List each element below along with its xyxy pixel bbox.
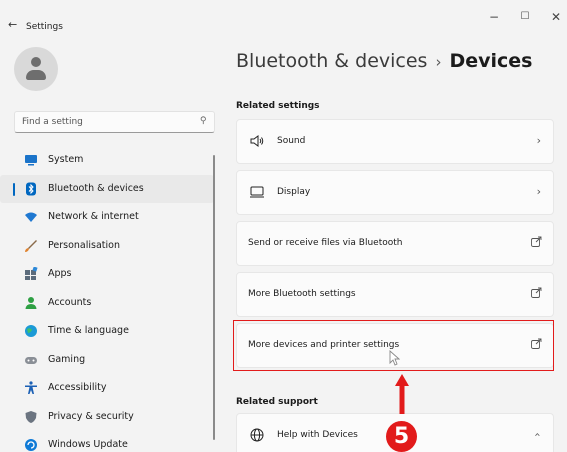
more-devices-printer-settings-label: More devices and printer settings xyxy=(248,340,400,350)
mouse-cursor-icon xyxy=(389,350,400,366)
maximize-button[interactable]: ☐ xyxy=(515,11,535,22)
sidebar-nav: System Bluetooth & devices Network & int… xyxy=(0,146,216,452)
bluetooth-icon xyxy=(26,182,36,195)
avatar[interactable] xyxy=(14,47,58,91)
bluetooth-files-card[interactable]: Send or receive files via Bluetooth xyxy=(236,221,554,266)
sidebar-item-gaming[interactable]: Gaming xyxy=(0,346,214,375)
app-title: Settings xyxy=(26,22,63,32)
sidebar-item-label: Apps xyxy=(48,268,72,279)
sidebar-item-accounts[interactable]: Accounts xyxy=(0,289,214,318)
close-button[interactable]: ✕ xyxy=(546,10,566,24)
shield-icon xyxy=(25,410,37,423)
sidebar-item-label: Accessibility xyxy=(48,382,107,393)
sidebar-item-time-language[interactable]: Time & language xyxy=(0,317,214,346)
chevron-right-icon: › xyxy=(536,185,541,198)
sidebar-item-privacy-security[interactable]: Privacy & security xyxy=(0,403,214,432)
sidebar-item-personalisation[interactable]: Personalisation xyxy=(0,232,214,261)
breadcrumb-parent[interactable]: Bluetooth & devices xyxy=(236,50,427,72)
page-title: Devices xyxy=(449,50,533,72)
minimize-button[interactable]: − xyxy=(484,10,504,24)
sidebar-item-label: Privacy & security xyxy=(48,410,134,422)
sidebar-item-system[interactable]: System xyxy=(0,146,214,175)
sidebar-item-label: Bluetooth & devices xyxy=(48,182,144,194)
sidebar-item-apps[interactable]: Apps xyxy=(0,260,214,289)
sidebar-item-network[interactable]: Network & internet xyxy=(0,203,214,232)
active-indicator xyxy=(13,182,15,196)
breadcrumb: Bluetooth & devices › Devices xyxy=(236,50,532,72)
annotation-arrow-icon xyxy=(395,374,409,414)
sidebar-item-accessibility[interactable]: Accessibility xyxy=(0,374,214,403)
open-external-icon xyxy=(531,287,542,298)
monitor-icon xyxy=(25,155,37,166)
more-bluetooth-settings-label: More Bluetooth settings xyxy=(248,289,356,299)
gamepad-icon xyxy=(25,356,37,364)
display-label: Display xyxy=(277,187,311,197)
more-bluetooth-settings-card[interactable]: More Bluetooth settings xyxy=(236,272,554,317)
help-with-devices-label: Help with Devices xyxy=(277,430,358,440)
speaker-icon xyxy=(250,135,264,147)
update-icon xyxy=(25,439,37,451)
display-icon xyxy=(250,186,264,198)
step-number-badge: 5 xyxy=(386,421,417,452)
search-input[interactable]: Find a setting xyxy=(22,117,83,127)
globe-icon xyxy=(25,325,37,337)
wifi-icon xyxy=(25,212,37,222)
search-box[interactable]: Find a setting ⚲ xyxy=(14,111,215,133)
sidebar-item-label: System xyxy=(48,154,84,165)
back-arrow-icon[interactable]: ← xyxy=(8,19,17,31)
breadcrumb-separator: › xyxy=(435,53,442,71)
sidebar-scrollbar[interactable] xyxy=(213,155,215,440)
sidebar-item-label: Personalisation xyxy=(48,239,120,251)
title-bar: ← Settings − ☐ ✕ xyxy=(0,0,567,40)
chevron-up-icon[interactable]: › xyxy=(530,432,543,436)
accessibility-icon xyxy=(25,381,37,394)
sidebar-item-label: Network & internet xyxy=(48,211,139,222)
sound-card[interactable]: Sound › xyxy=(236,119,554,164)
sidebar-item-label: Gaming xyxy=(48,353,86,365)
chevron-right-icon: › xyxy=(536,134,541,147)
display-card[interactable]: Display › xyxy=(236,170,554,215)
sidebar-item-windows-update[interactable]: Windows Update xyxy=(0,431,214,452)
related-support-heading: Related support xyxy=(236,397,318,407)
sound-label: Sound xyxy=(277,136,306,146)
brush-icon xyxy=(25,239,37,252)
open-external-icon xyxy=(531,236,542,247)
sidebar-item-label: Accounts xyxy=(48,296,92,308)
accounts-icon xyxy=(25,296,37,309)
apps-icon xyxy=(25,267,38,280)
globe-icon xyxy=(250,428,264,442)
sidebar-item-label: Time & language xyxy=(48,325,129,336)
sidebar-item-label: Windows Update xyxy=(48,439,128,450)
sidebar-item-bluetooth-devices[interactable]: Bluetooth & devices xyxy=(0,174,214,203)
search-icon: ⚲ xyxy=(200,116,207,126)
bluetooth-files-label: Send or receive files via Bluetooth xyxy=(248,238,403,248)
open-external-icon xyxy=(531,338,542,349)
related-settings-heading: Related settings xyxy=(236,101,320,111)
